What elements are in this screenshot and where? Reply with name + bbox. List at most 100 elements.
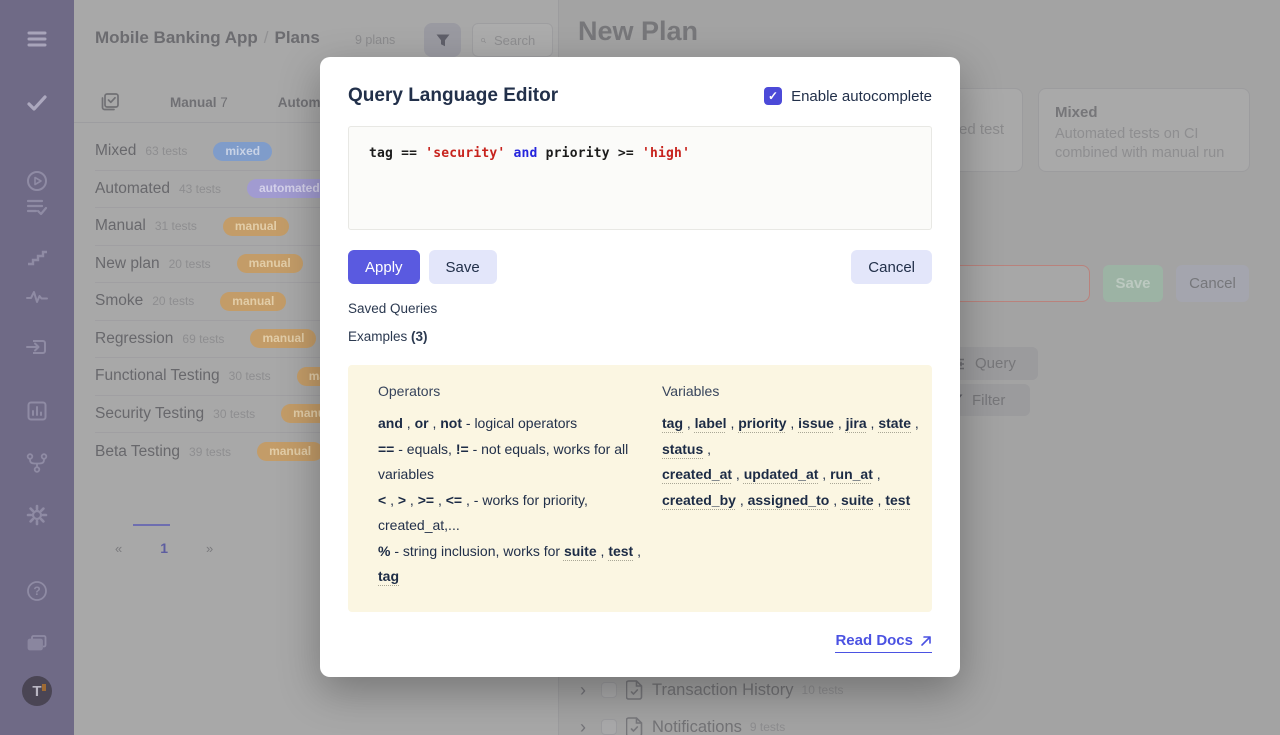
breadcrumb-separator: / <box>258 28 275 47</box>
testomat-logo-icon[interactable]: T <box>22 676 52 706</box>
autocomplete-toggle: ✓ Enable autocomplete <box>764 87 932 105</box>
document-check-icon <box>626 680 643 700</box>
variable-term[interactable]: suite <box>841 492 874 508</box>
variable-term[interactable]: label <box>695 415 727 431</box>
examples-section[interactable]: Examples (3) <box>348 329 932 344</box>
plan-name: New plan <box>95 255 160 273</box>
help-icon[interactable]: ? <box>26 580 48 602</box>
variable-term[interactable]: issue <box>798 415 834 431</box>
apply-button[interactable]: Apply <box>348 250 420 284</box>
examples-count: (3) <box>411 329 428 344</box>
autocomplete-checkbox[interactable]: ✓ <box>764 87 782 105</box>
suite-row-transaction-history[interactable]: › Transaction History 10 tests <box>580 680 844 700</box>
variable-term[interactable]: run_at <box>830 466 873 482</box>
variables-line: created_at , updated_at , run_at , <box>662 462 916 488</box>
funnel-icon <box>436 34 450 47</box>
variable-term[interactable]: assigned_to <box>748 492 830 508</box>
plan-tests-count: 43 tests <box>179 182 221 196</box>
pulse-icon[interactable] <box>26 286 48 308</box>
gear-icon[interactable] <box>26 504 48 526</box>
plan-type-badge: automated <box>247 179 332 198</box>
search-input[interactable] <box>492 32 544 49</box>
folders-icon[interactable] <box>26 632 48 654</box>
checklist-icon <box>100 92 120 112</box>
plan-tests-count: 31 tests <box>155 219 197 233</box>
variable-term[interactable]: tag <box>378 568 399 584</box>
suite-checkbox[interactable] <box>601 719 617 735</box>
save-query-button[interactable]: Save <box>429 250 497 284</box>
plan-save-button[interactable]: Save <box>1103 265 1163 302</box>
modal-header: Query Language Editor ✓ Enable autocompl… <box>348 83 932 109</box>
variable-term[interactable]: test <box>885 492 910 508</box>
query-code-editor[interactable]: tag == 'security' and priority >= 'high' <box>348 126 932 230</box>
search-box[interactable] <box>472 23 553 57</box>
bar-chart-icon[interactable] <box>26 400 48 422</box>
app-root: ? T Mobile Banking App/Plans 9 plans Man… <box>0 0 1280 735</box>
operators-column: Operators and , or , not - logical opera… <box>378 383 646 590</box>
pagination-active-indicator <box>133 524 170 526</box>
plan-tests-count: 20 tests <box>152 294 194 308</box>
cancel-button[interactable]: Cancel <box>851 250 932 284</box>
sidebar: ? T <box>0 0 74 735</box>
plan-tests-count: 69 tests <box>182 332 224 346</box>
variable-term[interactable]: updated_at <box>744 466 819 482</box>
read-docs-label: Read Docs <box>835 632 913 649</box>
document-check-icon <box>626 717 643 735</box>
plan-tests-count: 20 tests <box>169 257 211 271</box>
suite-checkbox[interactable] <box>601 682 617 698</box>
play-circle-icon[interactable] <box>26 170 48 192</box>
plan-type-badge: mixed <box>213 142 272 161</box>
chevron-right-icon[interactable]: › <box>580 718 586 735</box>
variables-column: Variables tag , label , priority , issue… <box>662 383 916 590</box>
variable-term[interactable]: status <box>662 441 703 457</box>
plan-type-badge: manual <box>220 292 286 311</box>
breadcrumb-page[interactable]: Plans <box>275 28 320 47</box>
chevron-right-icon[interactable]: › <box>580 681 586 699</box>
pagination-page-1[interactable]: 1 <box>130 540 198 556</box>
card-description: Automated tests on CIcombined with manua… <box>1055 125 1233 163</box>
read-docs-link[interactable]: Read Docs <box>835 632 932 653</box>
plan-type-badge: manual <box>223 217 289 236</box>
suite-name: Transaction History <box>652 681 794 700</box>
import-icon[interactable] <box>26 336 48 358</box>
plans-filter-button[interactable] <box>424 23 461 57</box>
plan-type-badge: manual <box>250 329 316 348</box>
variable-term[interactable]: suite <box>564 543 597 559</box>
search-icon <box>481 34 486 47</box>
breadcrumb-project[interactable]: Mobile Banking App <box>95 28 258 47</box>
query-button-label: Query <box>975 355 1016 372</box>
variable-term[interactable]: jira <box>846 415 867 431</box>
saved-queries-section[interactable]: Saved Queries <box>348 301 932 316</box>
operators-line: % - string inclusion, works for suite , … <box>378 539 646 565</box>
suite-row-notifications[interactable]: › Notifications 9 tests <box>580 717 785 735</box>
variable-term[interactable]: created_at <box>662 466 732 482</box>
plan-tests-count: 30 tests <box>213 407 255 421</box>
variable-term[interactable]: test <box>608 543 633 559</box>
code-token: tag == <box>369 146 425 161</box>
code-token-string: 'high' <box>642 146 690 161</box>
code-token: priority >= <box>546 146 642 161</box>
menu-icon[interactable] <box>26 28 48 50</box>
plan-name: Security Testing <box>95 405 204 423</box>
svg-text:?: ? <box>33 584 40 598</box>
variable-term[interactable]: state <box>878 415 911 431</box>
pagination-prev[interactable]: « <box>107 541 130 556</box>
branch-icon[interactable] <box>26 452 48 474</box>
plan-tests-count: 30 tests <box>229 369 271 383</box>
operators-line: == - equals, != - not equals, works for … <box>378 437 646 463</box>
tab-manual[interactable]: Manual 7 <box>170 95 228 110</box>
variable-term[interactable]: tag <box>662 415 683 431</box>
steps-icon[interactable] <box>26 247 48 269</box>
pagination: « 1 » <box>107 540 221 556</box>
plan-name: Regression <box>95 330 173 348</box>
pagination-next[interactable]: » <box>198 541 221 556</box>
check-icon[interactable] <box>26 92 48 114</box>
suite-tests-count: 9 tests <box>750 720 785 734</box>
variable-term[interactable]: priority <box>738 415 786 431</box>
plan-type-badge: manual <box>237 254 303 273</box>
plans-count: 9 plans <box>355 33 395 47</box>
variable-term[interactable]: created_by <box>662 492 736 508</box>
plan-type-card-mixed[interactable]: Mixed Automated tests on CIcombined with… <box>1038 88 1250 172</box>
plan-cancel-button[interactable]: Cancel <box>1176 265 1249 302</box>
list-check-icon[interactable] <box>26 196 48 218</box>
